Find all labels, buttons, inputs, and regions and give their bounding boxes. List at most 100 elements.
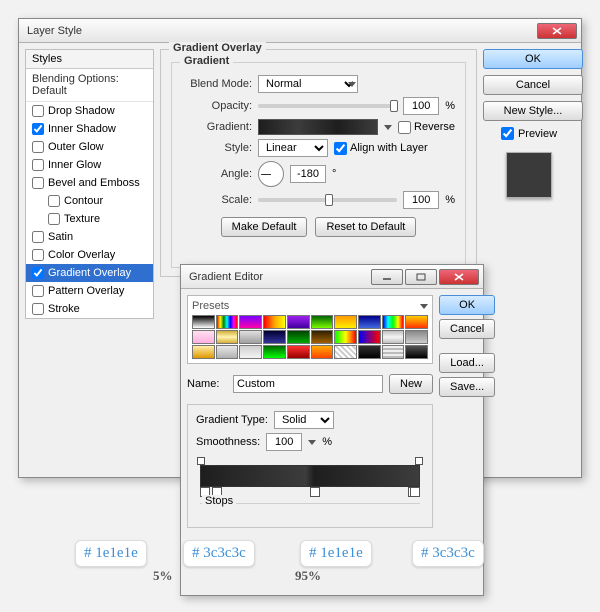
ged-titlebar[interactable]: Gradient Editor <box>181 265 483 289</box>
style-checkbox[interactable] <box>32 177 44 189</box>
preset-swatch[interactable] <box>216 330 239 344</box>
preset-swatch[interactable] <box>358 330 381 344</box>
style-item-outer-glow[interactable]: Outer Glow <box>26 138 153 156</box>
style-checkbox[interactable] <box>32 267 44 279</box>
preset-swatch[interactable] <box>334 345 357 359</box>
style-item-inner-glow[interactable]: Inner Glow <box>26 156 153 174</box>
style-checkbox[interactable] <box>32 285 44 297</box>
preview-checkbox[interactable]: Preview <box>483 127 575 140</box>
preset-swatch[interactable] <box>239 345 262 359</box>
opacity-input[interactable] <box>403 97 439 115</box>
opacity-slider[interactable] <box>258 104 397 108</box>
cancel-button[interactable]: Cancel <box>483 75 583 95</box>
reverse-checkbox[interactable]: Reverse <box>398 121 455 134</box>
style-label: Bevel and Emboss <box>48 177 140 189</box>
preset-swatch[interactable] <box>334 315 357 329</box>
style-label: Style: <box>182 142 252 154</box>
style-item-stroke[interactable]: Stroke <box>26 300 153 318</box>
scale-slider[interactable] <box>258 198 397 202</box>
style-label: Stroke <box>48 303 80 315</box>
preset-swatch[interactable] <box>358 315 381 329</box>
blend-mode-select[interactable]: Normal <box>258 75 358 93</box>
preset-swatch[interactable] <box>311 330 334 344</box>
ged-ok-button[interactable]: OK <box>439 295 495 315</box>
opacity-stop[interactable] <box>197 457 205 465</box>
style-item-texture[interactable]: Texture <box>26 210 153 228</box>
preset-swatch[interactable] <box>192 345 215 359</box>
style-label: Inner Glow <box>48 159 101 171</box>
dialog-buttons: OK Cancel New Style... Preview <box>483 49 575 319</box>
smooth-input[interactable] <box>266 433 302 451</box>
ok-button[interactable]: OK <box>483 49 583 69</box>
blending-options[interactable]: Blending Options: Default <box>26 69 153 102</box>
style-item-inner-shadow[interactable]: Inner Shadow <box>26 120 153 138</box>
preset-swatch[interactable] <box>263 315 286 329</box>
reset-default-button[interactable]: Reset to Default <box>315 217 416 237</box>
preset-swatch[interactable] <box>405 315 428 329</box>
load-button[interactable]: Load... <box>439 353 495 373</box>
gradient-ramp[interactable] <box>200 465 420 487</box>
chevron-down-icon[interactable] <box>384 125 392 130</box>
style-select[interactable]: Linear <box>258 139 328 157</box>
style-checkbox[interactable] <box>32 123 44 135</box>
style-item-pattern-overlay[interactable]: Pattern Overlay <box>26 282 153 300</box>
scale-unit: % <box>445 194 455 206</box>
style-checkbox[interactable] <box>32 159 44 171</box>
maximize-icon[interactable] <box>405 269 437 285</box>
presets-menu-icon[interactable] <box>420 304 428 309</box>
make-default-button[interactable]: Make Default <box>221 217 308 237</box>
preset-swatch[interactable] <box>382 345 405 359</box>
styles-header[interactable]: Styles <box>26 50 153 69</box>
opacity-stop[interactable] <box>415 457 423 465</box>
preset-swatch[interactable] <box>287 345 310 359</box>
type-select[interactable]: Solid <box>274 411 334 429</box>
ged-cancel-button[interactable]: Cancel <box>439 319 495 339</box>
style-checkbox[interactable] <box>48 195 60 207</box>
align-checkbox[interactable]: Align with Layer <box>334 142 428 155</box>
preset-swatch[interactable] <box>263 330 286 344</box>
style-item-gradient-overlay[interactable]: Gradient Overlay <box>26 264 153 282</box>
style-checkbox[interactable] <box>32 105 44 117</box>
chevron-down-icon[interactable] <box>308 440 316 445</box>
name-input[interactable] <box>233 375 383 393</box>
preset-swatch[interactable] <box>311 315 334 329</box>
style-checkbox[interactable] <box>32 303 44 315</box>
style-checkbox[interactable] <box>32 231 44 243</box>
preset-swatch[interactable] <box>334 330 357 344</box>
preset-swatch[interactable] <box>216 315 239 329</box>
preset-swatch[interactable] <box>382 330 405 344</box>
preset-swatch[interactable] <box>287 315 310 329</box>
preset-swatch[interactable] <box>358 345 381 359</box>
minimize-icon[interactable] <box>371 269 403 285</box>
style-item-satin[interactable]: Satin <box>26 228 153 246</box>
style-item-color-overlay[interactable]: Color Overlay <box>26 246 153 264</box>
preset-swatch[interactable] <box>382 315 405 329</box>
preset-swatch[interactable] <box>192 315 215 329</box>
close-icon[interactable] <box>537 23 577 39</box>
preset-swatch[interactable] <box>405 345 428 359</box>
angle-input[interactable] <box>290 165 326 183</box>
preset-swatch[interactable] <box>405 330 428 344</box>
new-style-button[interactable]: New Style... <box>483 101 583 121</box>
scale-input[interactable] <box>403 191 439 209</box>
angle-dial[interactable] <box>258 161 284 187</box>
style-checkbox[interactable] <box>48 213 60 225</box>
preset-swatch[interactable] <box>287 330 310 344</box>
save-button[interactable]: Save... <box>439 377 495 397</box>
style-checkbox[interactable] <box>32 141 44 153</box>
preset-swatch[interactable] <box>192 330 215 344</box>
style-item-bevel-and-emboss[interactable]: Bevel and Emboss <box>26 174 153 192</box>
style-item-contour[interactable]: Contour <box>26 192 153 210</box>
preset-swatch[interactable] <box>263 345 286 359</box>
preset-swatch[interactable] <box>239 315 262 329</box>
titlebar[interactable]: Layer Style <box>19 19 581 43</box>
close-icon[interactable] <box>439 269 479 285</box>
preset-swatch[interactable] <box>216 345 239 359</box>
new-button[interactable]: New <box>389 374 433 394</box>
preset-swatch[interactable] <box>239 330 262 344</box>
opacity-label: Opacity: <box>182 100 252 112</box>
style-item-drop-shadow[interactable]: Drop Shadow <box>26 102 153 120</box>
gradient-swatch[interactable] <box>258 119 378 135</box>
preset-swatch[interactable] <box>311 345 334 359</box>
style-checkbox[interactable] <box>32 249 44 261</box>
